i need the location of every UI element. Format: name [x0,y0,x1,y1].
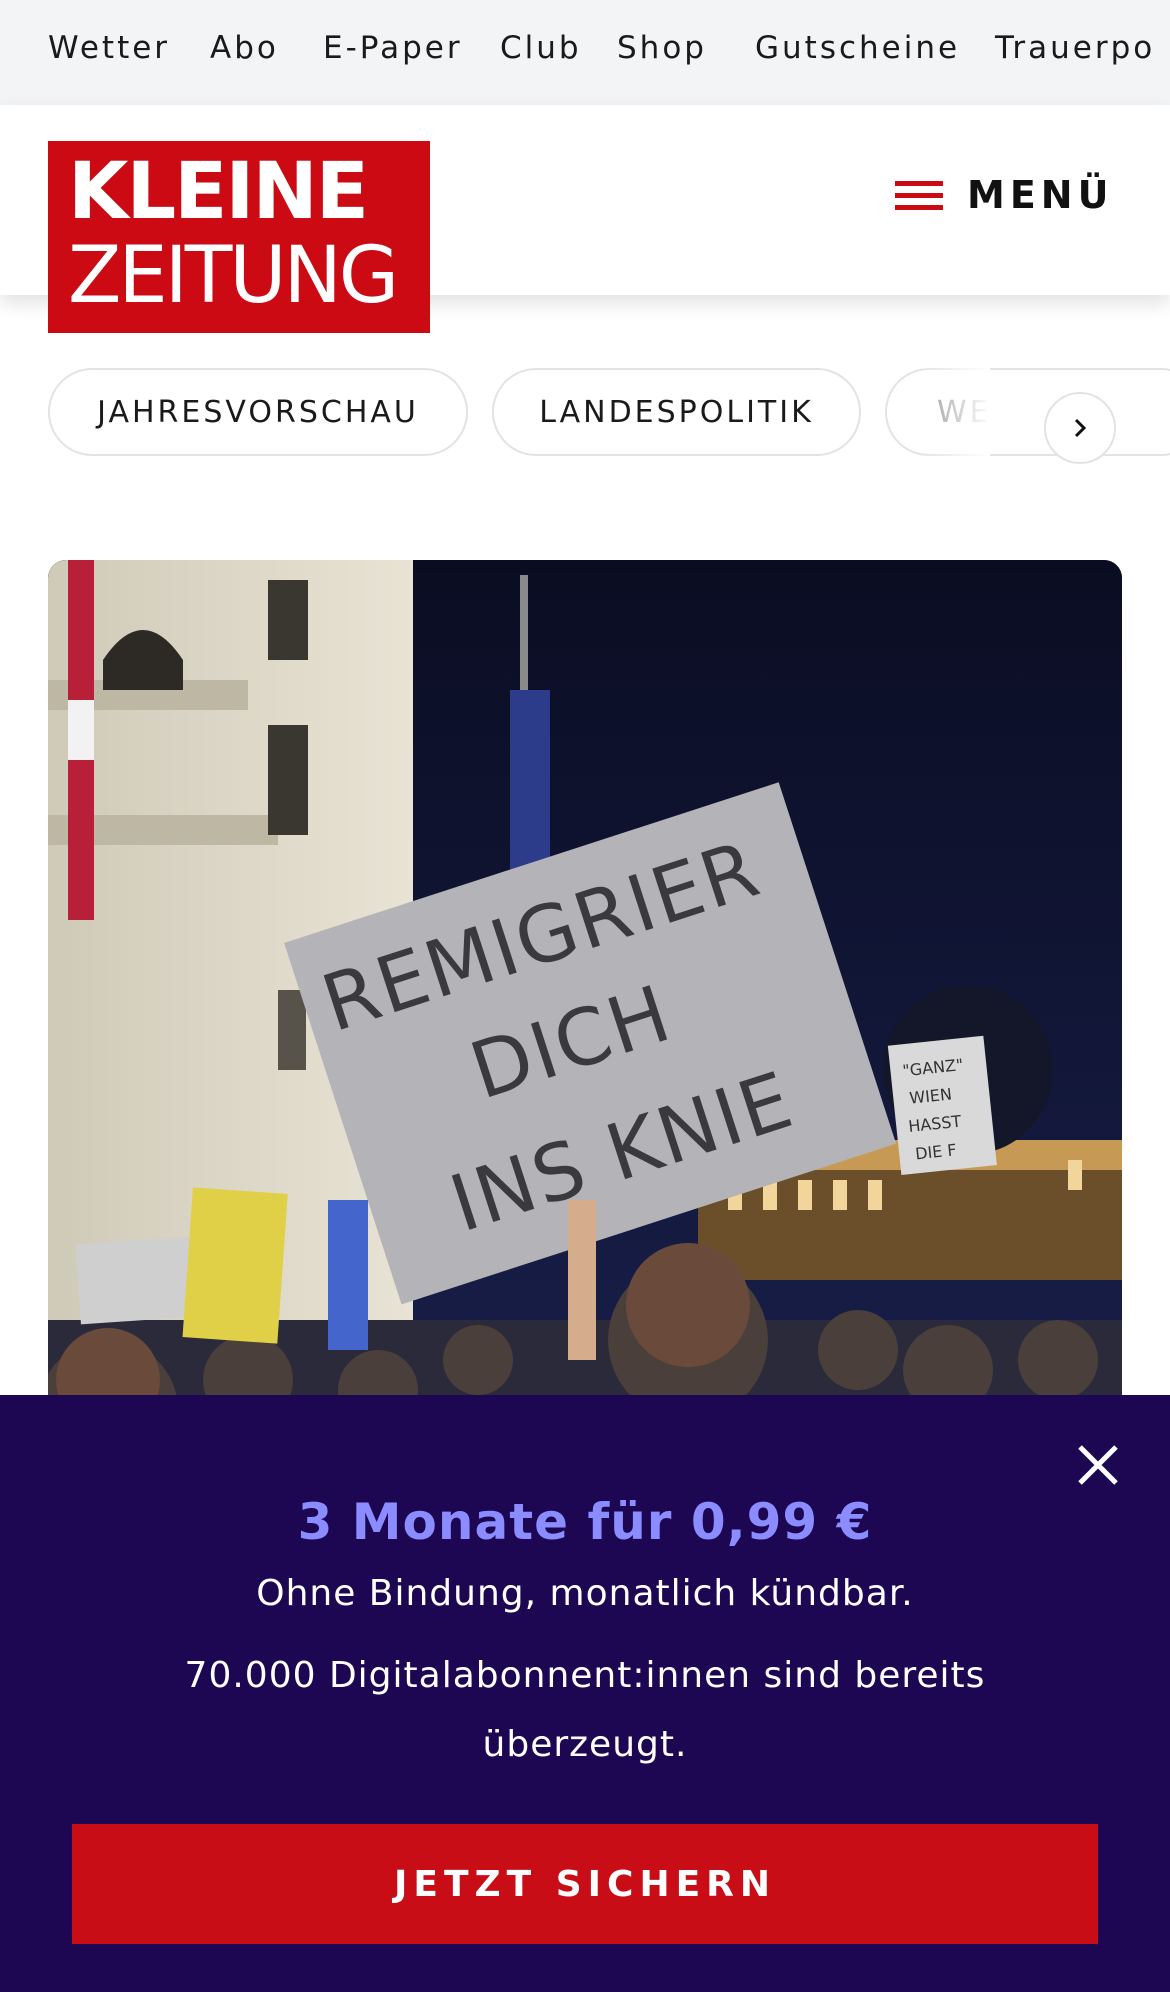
nav-link-gutscheine[interactable]: Gutscheine [755,30,960,66]
chips-next-button[interactable] [1044,392,1116,464]
site-logo[interactable]: KLEINE ZEITUNG [48,141,430,333]
chevron-right-icon [1074,418,1087,438]
chip-jahresvorschau[interactable]: JAHRESVORSCHAU [48,368,468,456]
promo-subtitle: Ohne Bindung, monatlich kündbar. [256,1573,914,1614]
jetzt-sichern-button[interactable]: JETZT SICHERN [72,1824,1098,1944]
nav-link-epaper[interactable]: E-Paper [323,30,463,66]
promo-text: 70.000 Digitalabonnent:innen sind bereit… [184,1655,986,1765]
logo-text-kleine: KLEINE [68,147,369,237]
close-icon [1078,1445,1118,1485]
nav-link-abo[interactable]: Abo [210,30,279,66]
topic-chips: JAHRESVORSCHAU LANDESPOLITIK WE [0,368,1170,460]
nav-link-shop[interactable]: Shop [617,30,707,66]
hamburger-icon [895,178,943,212]
close-banner-button[interactable] [1070,1437,1126,1493]
nav-link-wetter[interactable]: Wetter [48,30,170,66]
subscription-banner: 3 Monate für 0,99 € Ohne Bindung, monatl… [0,1395,1170,1992]
service-nav: Wetter Abo E-Paper Club Shop Gutscheine … [0,0,1170,105]
chip-fade [920,368,990,460]
menu-button[interactable]: MENÜ [895,165,1115,225]
logo-text-zeitung: ZEITUNG [68,231,399,321]
chip-landespolitik[interactable]: LANDESPOLITIK [492,368,861,456]
nav-link-club[interactable]: Club [500,30,582,66]
menu-label: MENÜ [967,173,1114,217]
promo-title: 3 Monate für 0,99 € [297,1493,873,1551]
nav-link-trauerportal[interactable]: Trauerpo [995,30,1155,66]
